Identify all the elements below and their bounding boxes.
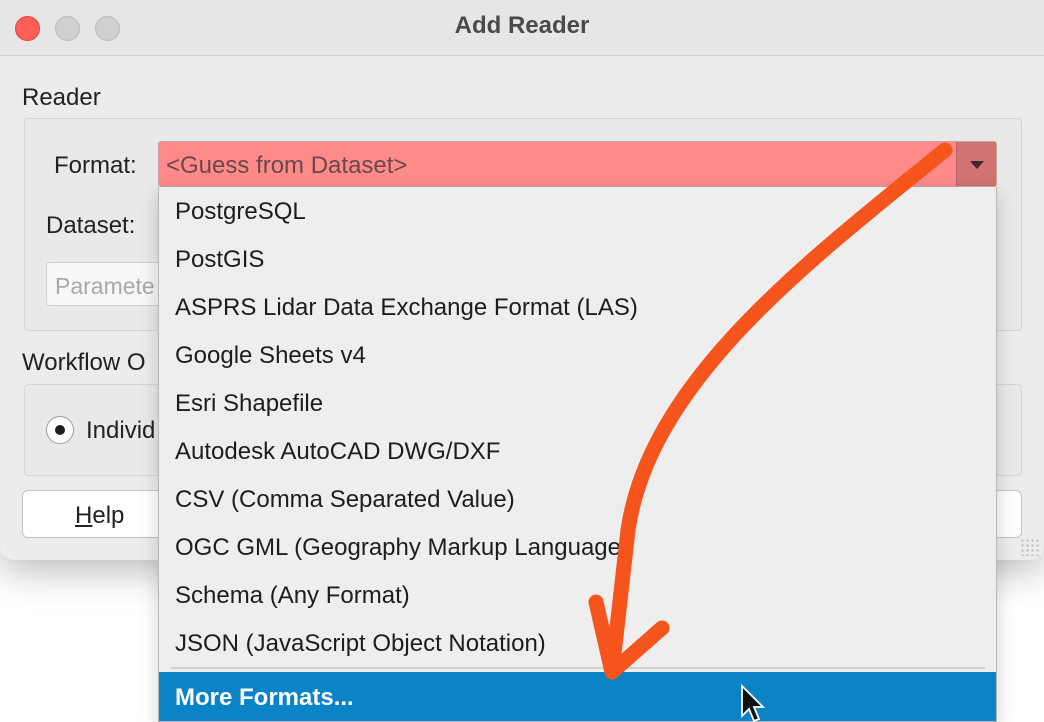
format-value: <Guess from Dataset>	[166, 152, 408, 179]
parameters-input[interactable]: Paramete	[46, 262, 166, 306]
format-option[interactable]: ASPRS Lidar Data Exchange Format (LAS)	[159, 283, 996, 331]
chevron-down-icon[interactable]	[956, 142, 996, 186]
workflow-section-label: Workflow O	[22, 349, 146, 376]
help-button[interactable]: Help	[22, 490, 172, 538]
format-option[interactable]: PostGIS	[159, 235, 996, 283]
individual-radio-label: Individ	[86, 417, 156, 444]
reader-section-label: Reader	[22, 84, 101, 111]
individual-radio[interactable]	[46, 416, 74, 444]
format-option[interactable]: PostgreSQL	[159, 187, 996, 235]
format-option[interactable]: Autodesk AutoCAD DWG/DXF	[159, 427, 996, 475]
format-option[interactable]: Esri Shapefile	[159, 379, 996, 427]
resize-grip-icon[interactable]	[1020, 538, 1040, 556]
format-label: Format:	[54, 152, 137, 179]
format-option[interactable]: Schema (Any Format)	[159, 571, 996, 619]
format-option[interactable]: JSON (JavaScript Object Notation)	[159, 619, 996, 667]
window-title: Add Reader	[454, 12, 590, 39]
format-option[interactable]: CSV (Comma Separated Value)	[159, 475, 996, 523]
format-option[interactable]: Google Sheets v4	[159, 331, 996, 379]
format-option[interactable]: OGC GML (Geography Markup Language)	[159, 523, 996, 571]
format-combobox[interactable]: <Guess from Dataset>	[158, 141, 997, 187]
dropdown-separator	[171, 667, 985, 669]
more-formats-option[interactable]: More Formats...	[159, 672, 996, 721]
title-bar: Add Reader	[0, 0, 1044, 56]
format-dropdown-list: PostgreSQL PostGIS ASPRS Lidar Data Exch…	[158, 187, 997, 722]
dataset-label: Dataset:	[46, 212, 136, 239]
help-button-label: Help	[75, 502, 125, 529]
parameters-placeholder: Paramete	[55, 273, 155, 299]
